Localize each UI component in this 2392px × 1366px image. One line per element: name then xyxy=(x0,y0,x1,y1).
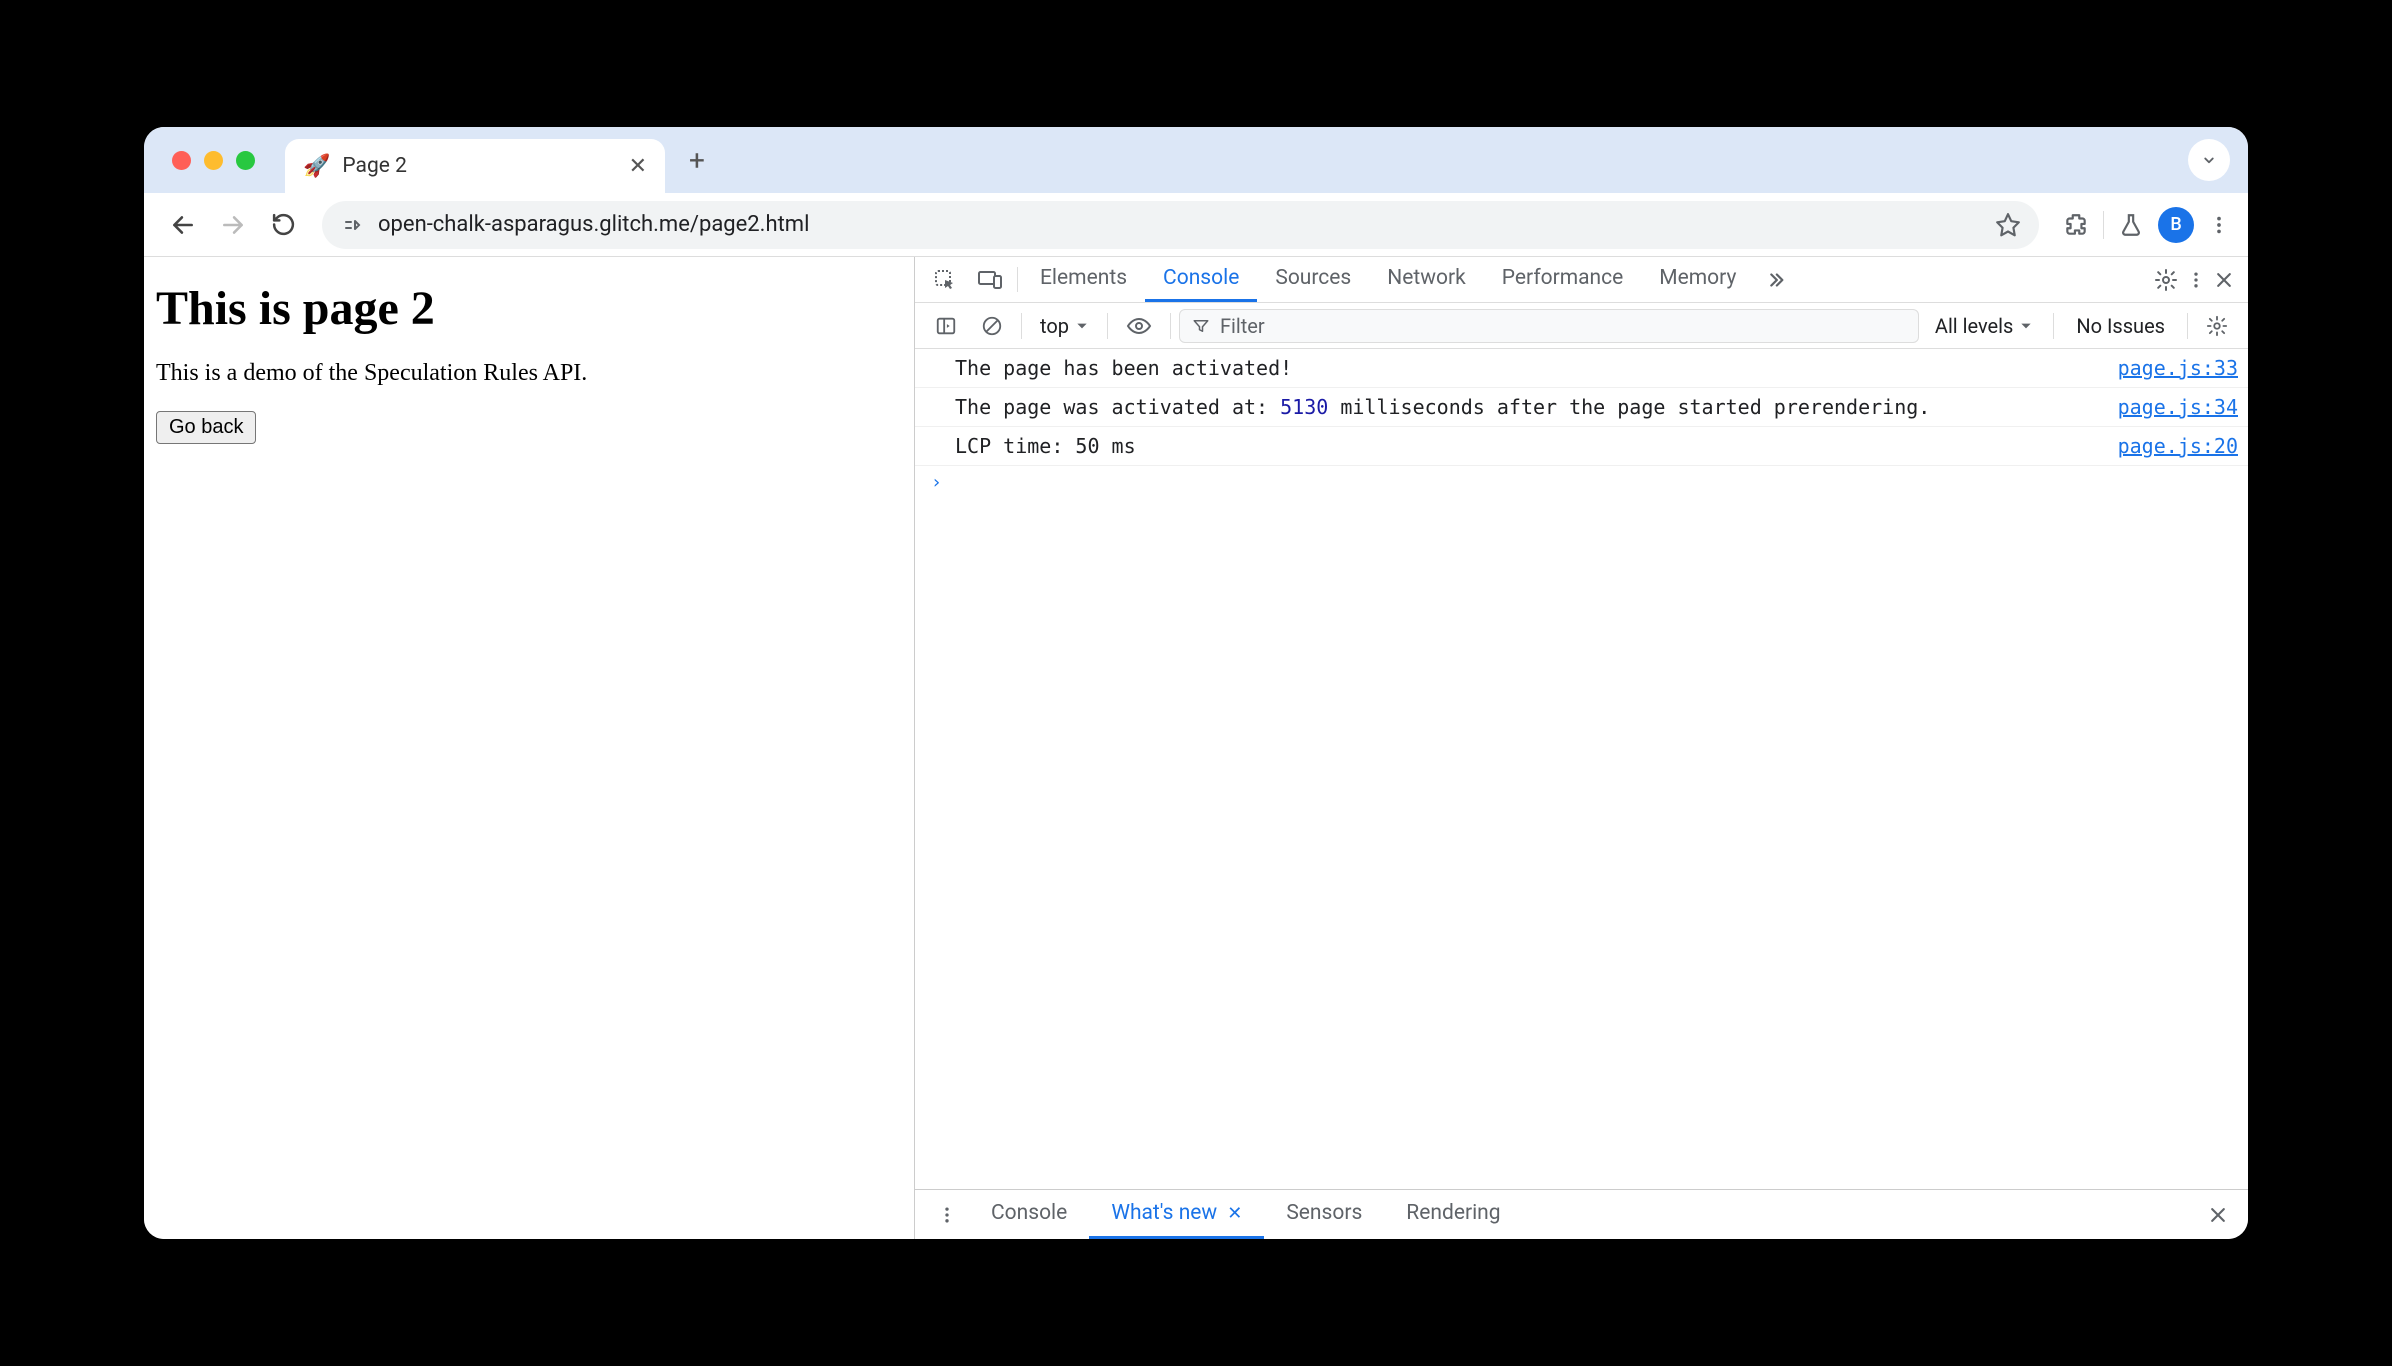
filter-icon xyxy=(1192,317,1210,335)
message-source-link[interactable]: page.js:20 xyxy=(2098,431,2238,461)
drawer-tab-console[interactable]: Console xyxy=(969,1190,1089,1239)
log-levels-label: All levels xyxy=(1935,314,2013,338)
page-paragraph: This is a demo of the Speculation Rules … xyxy=(156,360,902,387)
message-source-link[interactable]: page.js:33 xyxy=(2098,353,2238,383)
chrome-menu-icon[interactable] xyxy=(2208,214,2230,236)
devtools-tab-sources[interactable]: Sources xyxy=(1257,257,1369,302)
drawer-tab-sensors[interactable]: Sensors xyxy=(1264,1190,1384,1239)
forward-button[interactable] xyxy=(212,204,254,246)
issues-label[interactable]: No Issues xyxy=(2062,314,2179,338)
minimize-window-button[interactable] xyxy=(204,151,223,170)
console-message: The page has been activated! page.js:33 xyxy=(915,349,2248,388)
message-text: The page has been activated! xyxy=(955,353,2098,383)
devtools-drawer: Console What's new ✕ Sensors Rendering xyxy=(915,1189,2248,1239)
drawer-menu-icon[interactable] xyxy=(925,1190,969,1239)
console-messages: The page has been activated! page.js:33 … xyxy=(915,349,2248,1189)
drawer-tab-rendering[interactable]: Rendering xyxy=(1384,1190,1522,1239)
page-heading: This is page 2 xyxy=(156,281,902,336)
devtools-menu-icon[interactable] xyxy=(2186,270,2206,290)
divider xyxy=(2103,211,2104,239)
divider xyxy=(1017,267,1018,292)
inspect-element-icon[interactable] xyxy=(923,257,967,302)
tab-title: Page 2 xyxy=(342,154,612,178)
address-bar[interactable]: open-chalk-asparagus.glitch.me/page2.htm… xyxy=(322,201,2039,249)
console-filter-input[interactable]: Filter xyxy=(1179,309,1919,343)
devtools-tab-console[interactable]: Console xyxy=(1145,257,1257,302)
devtools-tab-elements[interactable]: Elements xyxy=(1022,257,1145,302)
new-tab-button[interactable]: + xyxy=(683,138,711,183)
close-drawer-icon[interactable] xyxy=(2198,1190,2238,1239)
drawer-tab-label: What's new xyxy=(1111,1201,1217,1225)
tab-favicon: 🚀 xyxy=(303,154,330,179)
filter-placeholder: Filter xyxy=(1220,314,1265,338)
tabs-dropdown-button[interactable] xyxy=(2188,139,2230,181)
divider xyxy=(2053,313,2054,339)
divider xyxy=(1107,313,1108,339)
chevron-down-icon xyxy=(1075,319,1089,333)
console-context-label: top xyxy=(1040,314,1069,338)
go-back-button[interactable]: Go back xyxy=(156,411,256,444)
tab-strip: 🚀 Page 2 ✕ + xyxy=(144,127,2248,193)
browser-window: 🚀 Page 2 ✕ + open-chalk-asparagus.glitch… xyxy=(144,127,2248,1239)
browser-toolbar: open-chalk-asparagus.glitch.me/page2.htm… xyxy=(144,193,2248,257)
bookmark-star-icon[interactable] xyxy=(1995,212,2021,238)
reload-button[interactable] xyxy=(262,204,304,246)
labs-icon[interactable] xyxy=(2118,212,2144,238)
devtools-tabs: Elements Console Sources Network Perform… xyxy=(915,257,2248,303)
devtools-tab-network[interactable]: Network xyxy=(1369,257,1484,302)
extensions-icon[interactable] xyxy=(2063,212,2089,238)
log-levels-selector[interactable]: All levels xyxy=(1923,314,2045,338)
devtools-tab-performance[interactable]: Performance xyxy=(1484,257,1641,302)
console-toolbar: top Filter All levels No Issues xyxy=(915,303,2248,349)
window-controls xyxy=(160,151,285,170)
url-text: open-chalk-asparagus.glitch.me/page2.htm… xyxy=(378,212,1981,237)
message-text: The page was activated at: 5130 millisec… xyxy=(955,392,2098,422)
toggle-sidebar-icon[interactable] xyxy=(925,309,967,343)
message-source-link[interactable]: page.js:34 xyxy=(2098,392,2238,422)
message-text: LCP time: 50 ms xyxy=(955,431,2098,461)
close-tab-icon[interactable]: ✕ xyxy=(625,150,651,183)
console-settings-icon[interactable] xyxy=(2196,309,2238,343)
devtools-tab-memory[interactable]: Memory xyxy=(1641,257,1754,302)
page-content: This is page 2 This is a demo of the Spe… xyxy=(144,257,914,1239)
toolbar-right-icons: B xyxy=(2057,207,2230,243)
clear-console-icon[interactable] xyxy=(971,309,1013,343)
maximize-window-button[interactable] xyxy=(236,151,255,170)
chevron-down-icon xyxy=(2019,319,2033,333)
back-button[interactable] xyxy=(162,204,204,246)
console-context-selector[interactable]: top xyxy=(1030,314,1099,338)
settings-gear-icon[interactable] xyxy=(2154,268,2178,292)
devtools-panel: Elements Console Sources Network Perform… xyxy=(914,257,2248,1239)
browser-tab[interactable]: 🚀 Page 2 ✕ xyxy=(285,139,665,193)
close-drawer-tab-icon[interactable]: ✕ xyxy=(1227,1203,1242,1224)
divider xyxy=(1170,313,1171,339)
divider xyxy=(2187,313,2188,339)
close-devtools-icon[interactable] xyxy=(2214,270,2234,290)
divider xyxy=(1021,313,1022,339)
live-expression-icon[interactable] xyxy=(1116,309,1162,343)
drawer-tab-whats-new[interactable]: What's new ✕ xyxy=(1089,1190,1264,1239)
console-message: LCP time: 50 ms page.js:20 xyxy=(915,427,2248,466)
console-message: The page was activated at: 5130 millisec… xyxy=(915,388,2248,427)
site-info-icon[interactable] xyxy=(340,213,364,237)
devtools-tab-right xyxy=(2154,257,2240,302)
device-toggle-icon[interactable] xyxy=(967,257,1013,302)
close-window-button[interactable] xyxy=(172,151,191,170)
console-prompt[interactable]: › xyxy=(915,466,2248,499)
content-area: This is page 2 This is a demo of the Spe… xyxy=(144,257,2248,1239)
profile-avatar[interactable]: B xyxy=(2158,207,2194,243)
more-tabs-icon[interactable] xyxy=(1754,257,1796,302)
